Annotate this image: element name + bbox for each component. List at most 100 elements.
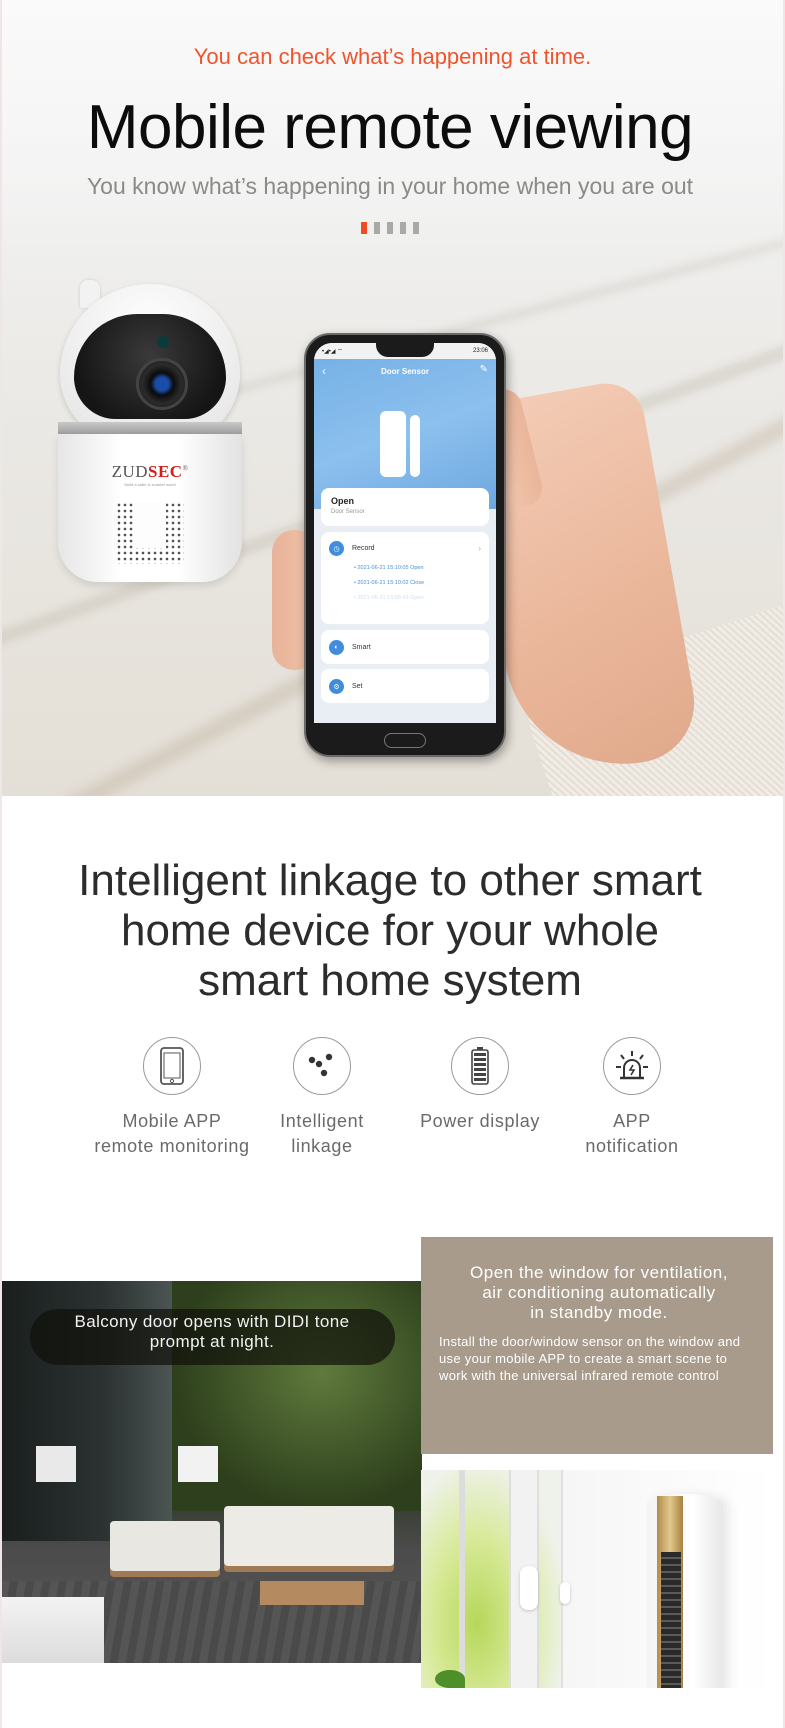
door-sensor-magnet-icon (410, 415, 420, 477)
hero-title: Mobile remote viewing (86, 93, 694, 162)
camera-ring (58, 422, 242, 434)
phone-chin (306, 727, 504, 755)
caption-line: prompt at night. (149, 1332, 275, 1351)
record-entry: • 2021-06-21 15:08:43 Open (354, 595, 424, 601)
lounge-chair (110, 1521, 220, 1571)
toggle-icon: ◐ (329, 640, 344, 655)
feature-label: APP notification (562, 1109, 702, 1159)
balcony-scene-image: Balcony door opens with DIDI tone prompt … (2, 1281, 422, 1663)
heading-line: Open the window for ventilation, (470, 1263, 728, 1282)
record-label: Record (352, 545, 375, 552)
floor-lamp (178, 1446, 218, 1482)
status-time: 23:06 (472, 348, 488, 354)
record-entry-text: 2021-06-21 15:10:05 Open (357, 565, 424, 571)
outdoor-sofa (224, 1506, 394, 1566)
brand-prefix: ZUD (111, 462, 149, 481)
heading-line: air conditioning automatically (482, 1283, 716, 1302)
carousel-indicators (361, 222, 419, 234)
camera-body: ZUDSEC® Build a safer & smarter world (58, 434, 242, 582)
record-entry-text: 2021-06-21 15:08:43 Open (357, 595, 424, 601)
battery-icon (451, 1037, 509, 1095)
ventilation-heading: Open the window for ventilation, air cond… (439, 1263, 759, 1323)
record-entry-text: 2021-06-21 15:10:02 Close (357, 580, 425, 586)
feature-label-line: Power display (420, 1111, 540, 1131)
hero-subtitle: You know what’s happening in your home w… (86, 173, 694, 199)
smart-label: Smart (352, 644, 371, 651)
outdoor-greenery (421, 1470, 561, 1688)
record-entry: • 2021-06-21 15:10:02 Close (354, 580, 425, 586)
linkage-title-text: Intelligent linkage to other smart home … (78, 856, 702, 1005)
floor-lamp (36, 1446, 76, 1482)
camera-lens-icon (136, 358, 188, 410)
feature-label-line: Mobile APP (122, 1111, 222, 1131)
phone-notch (376, 343, 434, 357)
balcony-caption: Balcony door opens with DIDI tone prompt … (2, 1312, 422, 1352)
feature-label-line: Intelligent (280, 1111, 364, 1131)
air-conditioner-vent (661, 1552, 681, 1688)
clock-icon: ◷ (329, 541, 344, 556)
feature-label: Intelligent linkage (262, 1109, 382, 1159)
feature-list: Mobile APP remote monitoring Intelligent l… (2, 1037, 783, 1167)
coffee-table (260, 1581, 364, 1605)
ventilation-info-box: Open the window for ventilation, air cond… (421, 1237, 773, 1454)
gear-icon: ⚙ (329, 679, 344, 694)
feature-item: Mobile APP remote monitoring (82, 1037, 262, 1159)
carousel-dot[interactable] (387, 222, 393, 234)
grille-mask (134, 502, 166, 548)
brand-suffix: SEC (148, 462, 183, 481)
door-sensor-main-icon (380, 411, 406, 477)
feature-label: Mobile APP remote monitoring (82, 1109, 262, 1159)
app-screen-title: Door Sensor (380, 367, 429, 376)
brand-logo: ZUDSEC® (58, 462, 242, 482)
sensor-state: Open (331, 496, 355, 506)
status-card: Open Door Sensor (321, 488, 489, 526)
window-sensor-magnet-icon (560, 1582, 570, 1604)
camera-head (60, 284, 240, 444)
plant-leaf (435, 1670, 465, 1688)
settings-card[interactable]: ⚙ Set (321, 669, 489, 703)
smartphone-icon (143, 1037, 201, 1095)
heading-line: in standby mode. (530, 1303, 668, 1322)
hero-section: You can check what’s happening at time. … (2, 0, 783, 796)
brand-tagline: Build a safer & smarter world (124, 482, 176, 487)
record-entry: • 2021-06-21 15:10:05 Open (354, 565, 424, 571)
carousel-dot-active[interactable] (361, 222, 367, 234)
window-ac-scene-image (421, 1470, 773, 1688)
feature-label-line: APP (613, 1111, 651, 1131)
chevron-right-icon: › (478, 544, 481, 553)
phone-screen: •◢•◢ ⌔ 23:06 ‹ Door Sensor ✎ Open Door S… (314, 343, 496, 723)
linkage-dots-icon (293, 1037, 351, 1095)
sensor-device-name: Door Sensor (331, 509, 365, 515)
carousel-dot[interactable] (374, 222, 380, 234)
set-label: Set (352, 683, 363, 690)
feature-label-line: linkage (291, 1136, 353, 1156)
carousel-dot[interactable] (400, 222, 406, 234)
carousel-dot[interactable] (413, 222, 419, 234)
registered-mark: ® (182, 464, 189, 473)
pencil-icon[interactable]: ✎ (480, 364, 488, 375)
hero-eyebrow: You can check what’s happening at time. (193, 44, 592, 69)
camera-visor (74, 314, 226, 419)
smartphone-mockup: •◢•◢ ⌔ 23:06 ‹ Door Sensor ✎ Open Door S… (304, 333, 506, 757)
feature-item: Power display (400, 1037, 560, 1134)
feature-item: Intelligent linkage (262, 1037, 382, 1159)
ventilation-description: Install the door/window sensor on the wi… (439, 1334, 741, 1383)
alarm-light-icon (603, 1037, 661, 1095)
feature-item: APP notification (562, 1037, 702, 1159)
signal-icon: •◢•◢ ⌔ (322, 349, 343, 355)
white-cube-stool (2, 1597, 104, 1663)
feature-label-line: remote monitoring (94, 1136, 250, 1156)
caption-line: Balcony door opens with DIDI tone (74, 1312, 350, 1331)
feature-label-line: notification (585, 1136, 679, 1156)
smart-card[interactable]: ◐ Smart (321, 630, 489, 664)
record-card[interactable]: ◷ Record › • 2021-06-21 15:10:05 Open • … (321, 532, 489, 624)
linkage-title: Intelligent linkage to other smart home … (2, 856, 778, 1006)
camera-ir-sensor (157, 336, 169, 348)
feature-label: Power display (400, 1109, 560, 1134)
window-sensor-icon (520, 1566, 538, 1610)
product-page: You can check what’s happening at time. … (0, 0, 785, 1728)
security-camera-image: ZUDSEC® Build a safer & smarter world (58, 270, 242, 582)
home-button (384, 733, 426, 748)
window-frame (459, 1470, 465, 1688)
app-header: ‹ Door Sensor ✎ (314, 359, 496, 509)
